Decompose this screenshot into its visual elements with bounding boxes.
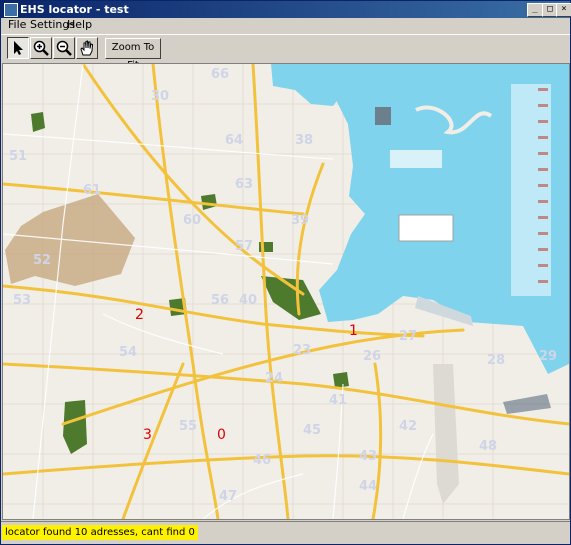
zone-label: 46 [253, 453, 271, 468]
map-canvas[interactable]: 66 30 51 61 60 52 53 54 55 56 57 23 24 2… [2, 63, 570, 520]
zone-label: 28 [487, 353, 505, 368]
zoom-out-icon [56, 40, 72, 56]
zone-label: 52 [33, 253, 51, 268]
zone-label: 54 [119, 345, 137, 360]
zone-label: 41 [329, 393, 347, 408]
zone-label: 23 [293, 343, 311, 358]
window-title: EHS locator - test [20, 3, 129, 16]
zone-label: 30 [151, 89, 169, 104]
zone-label: 64 [225, 133, 243, 148]
location-marker[interactable]: 1 [349, 323, 358, 339]
zone-label: 51 [9, 149, 27, 164]
location-marker[interactable]: 0 [217, 427, 226, 443]
zone-label: 61 [83, 183, 101, 198]
zone-label: 47 [219, 489, 237, 504]
zone-label: 40 [239, 293, 257, 308]
zoom-in-icon [33, 40, 49, 56]
menu-file[interactable]: File [6, 18, 28, 31]
zoom-out-button[interactable] [53, 37, 75, 59]
zone-label: 63 [235, 177, 253, 192]
zone-label: 66 [211, 67, 229, 82]
zoom-in-button[interactable] [30, 37, 52, 59]
zone-label: 53 [13, 293, 31, 308]
zone-label: 24 [265, 371, 283, 386]
zone-label: 43 [359, 449, 377, 464]
zone-label: 26 [363, 349, 381, 364]
zone-label: 29 [539, 349, 557, 364]
zone-label: 48 [479, 439, 497, 454]
zone-label: 45 [303, 423, 321, 438]
menu-bar: File Settings Help [1, 18, 570, 32]
select-arrow-icon [14, 41, 23, 55]
close-button[interactable]: × [556, 3, 571, 17]
menu-help[interactable]: Help [65, 18, 94, 31]
location-marker[interactable]: 2 [135, 307, 144, 323]
toolbar [1, 34, 570, 61]
pan-button[interactable] [76, 37, 98, 59]
select-tool-button[interactable] [7, 37, 29, 59]
map-inset-image [375, 107, 391, 125]
zoom-to-fit-button[interactable]: Zoom To Fit [105, 38, 161, 71]
pan-hand-icon [80, 40, 94, 56]
title-bar[interactable]: EHS locator - test _ □ × [1, 1, 571, 18]
zone-label: 42 [399, 419, 417, 434]
status-message: locator found 10 adresses, cant find 0 [2, 525, 198, 540]
zone-label: 55 [179, 419, 197, 434]
zone-label: 60 [183, 213, 201, 228]
location-marker[interactable]: 3 [143, 427, 152, 443]
city-map: 66 30 51 61 60 52 53 54 55 56 57 23 24 2… [3, 64, 569, 519]
map-logo-inset [390, 150, 442, 168]
app-window: EHS locator - test _ □ × File Settings H… [0, 0, 571, 545]
app-icon [4, 3, 18, 17]
zone-label: 27 [399, 329, 417, 344]
zone-label: 38 [295, 133, 313, 148]
minimize-button[interactable]: _ [527, 3, 543, 17]
zone-label: 56 [211, 293, 229, 308]
zone-label: 44 [359, 479, 377, 494]
map-legend [398, 214, 454, 242]
zone-label: 39 [291, 213, 309, 228]
status-bar: locator found 10 adresses, cant find 0 [1, 521, 570, 544]
zone-label: 57 [235, 239, 253, 254]
